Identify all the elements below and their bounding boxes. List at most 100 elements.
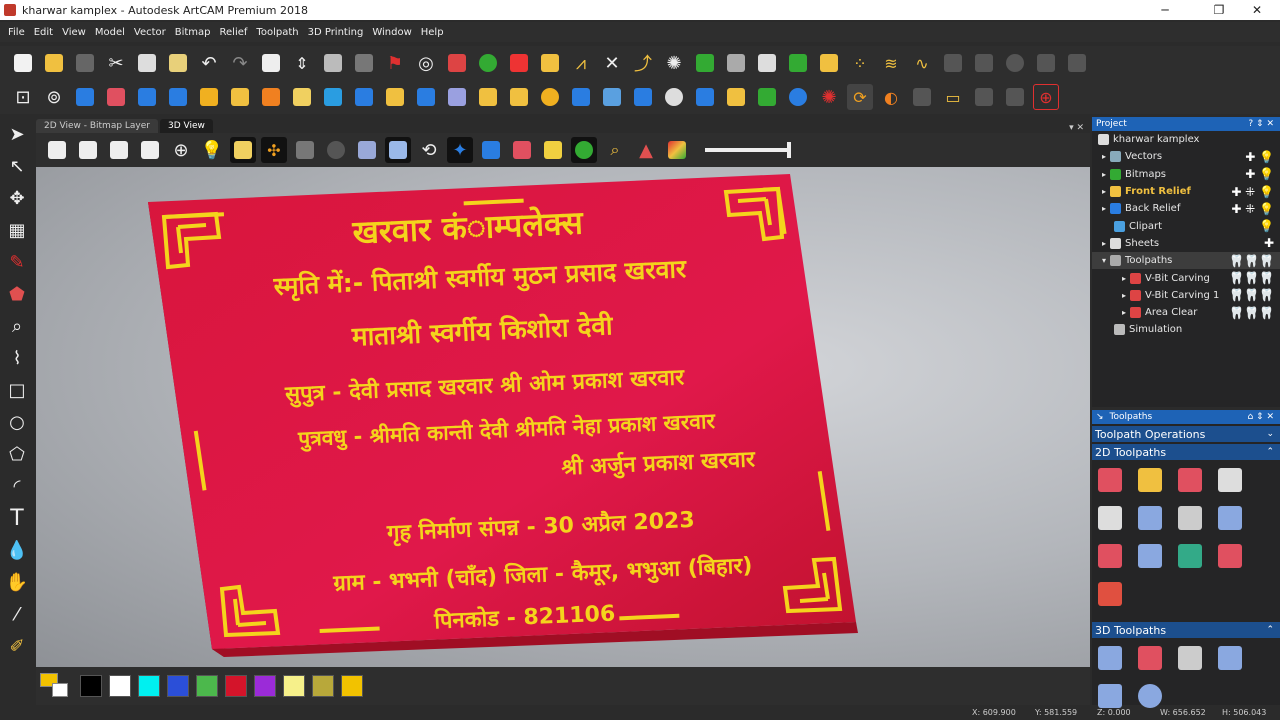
menu-relief[interactable]: Relief bbox=[220, 27, 248, 38]
profile-toolpath-icon[interactable] bbox=[1098, 468, 1122, 492]
relief-layer-icon[interactable] bbox=[816, 50, 842, 76]
node-editing-icon[interactable]: ◎ bbox=[413, 50, 439, 76]
menu-file[interactable]: File bbox=[8, 27, 25, 38]
view-blocks-icon[interactable] bbox=[292, 137, 318, 163]
view-toolpath-icon[interactable] bbox=[385, 137, 411, 163]
zoom-fit-icon[interactable]: ⊚ bbox=[41, 84, 67, 110]
2d-toolpaths-header[interactable]: 2D Toolpaths ⌃ bbox=[1092, 444, 1280, 460]
tree-item-area-clear[interactable]: ▸ Area Clear 🦷🦷🦷 bbox=[1092, 304, 1280, 321]
relief-offset-icon[interactable] bbox=[444, 84, 470, 110]
menu-3d-printing[interactable]: 3D Printing bbox=[308, 27, 364, 38]
relief-add-icon[interactable] bbox=[320, 84, 346, 110]
vector-select-icon[interactable]: ▭ bbox=[940, 84, 966, 110]
light-bulb-icon[interactable]: 💡 bbox=[199, 137, 225, 163]
undo-icon[interactable]: ↶ bbox=[196, 50, 222, 76]
copy-icon[interactable] bbox=[134, 50, 160, 76]
shape-editor-icon[interactable] bbox=[692, 50, 718, 76]
view-layer-blue-icon[interactable] bbox=[478, 137, 504, 163]
position-tool-icon[interactable]: ⊕ bbox=[1033, 84, 1059, 110]
close-button[interactable]: ✕ bbox=[1234, 0, 1280, 20]
relief-shape-icon[interactable] bbox=[72, 84, 98, 110]
relief-texture-icon[interactable] bbox=[196, 84, 222, 110]
v-bit-carving-1-visibility-icon[interactable]: 🦷🦷🦷 bbox=[1229, 288, 1274, 302]
area-clearance-icon[interactable] bbox=[1138, 468, 1162, 492]
frame-icon[interactable] bbox=[754, 50, 780, 76]
transparency-slider[interactable] bbox=[705, 142, 791, 158]
toolpaths-visibility-icon[interactable]: 🦷🦷🦷 bbox=[1229, 254, 1274, 268]
eraser-icon[interactable]: ⬟ bbox=[4, 281, 30, 307]
relief-split-icon[interactable]: ◐ bbox=[878, 84, 904, 110]
3d-viewport[interactable]: खरवार कंाम्पलेक्स स्मृति में:- पिताश्री … bbox=[36, 167, 1090, 667]
view-diamond-icon[interactable] bbox=[540, 137, 566, 163]
menu-window[interactable]: Window bbox=[372, 27, 411, 38]
curve-icon[interactable]: ⤴ bbox=[630, 50, 656, 76]
view-layer-red-icon[interactable] bbox=[509, 137, 535, 163]
menu-vector[interactable]: Vector bbox=[134, 27, 166, 38]
3d-feature-icon[interactable] bbox=[1098, 684, 1122, 708]
relief-warp-icon[interactable] bbox=[661, 84, 687, 110]
select-arrow-icon[interactable]: ➤ bbox=[4, 121, 30, 147]
machine-vectors-icon[interactable] bbox=[1178, 468, 1202, 492]
relief-sweep-icon[interactable]: ⟳ bbox=[847, 84, 873, 110]
menu-edit[interactable]: Edit bbox=[34, 27, 53, 38]
relief-blend-icon[interactable] bbox=[630, 84, 656, 110]
pencil-icon[interactable]: ✎ bbox=[4, 249, 30, 275]
view-plane-icon[interactable] bbox=[230, 137, 256, 163]
tree-item-bitmaps[interactable]: ▸ Bitmaps ✚ 💡 bbox=[1092, 166, 1280, 183]
zoom-icon[interactable]: ⊕ bbox=[168, 137, 194, 163]
menu-view[interactable]: View bbox=[62, 27, 86, 38]
3d-simulate-icon[interactable] bbox=[1138, 684, 1162, 708]
view-rotate-icon[interactable]: ⟲ bbox=[416, 137, 442, 163]
minimize-button[interactable]: ─ bbox=[1142, 0, 1188, 20]
cut-icon[interactable]: ✂ bbox=[103, 50, 129, 76]
bitmaps-actions-icon[interactable]: ✚ 💡 bbox=[1245, 167, 1274, 181]
transform-icon[interactable]: ✥ bbox=[4, 185, 30, 211]
disabled-tool-4-icon[interactable] bbox=[1033, 50, 1059, 76]
sheet-icon[interactable] bbox=[723, 50, 749, 76]
color-swatch-olive[interactable] bbox=[312, 675, 334, 697]
tab-close-icon[interactable]: ▾ ✕ bbox=[1069, 123, 1084, 133]
bevel-carving-icon[interactable] bbox=[1138, 506, 1162, 530]
z-level-roughing-icon[interactable] bbox=[1138, 646, 1162, 670]
front-relief-actions-icon[interactable]: ✚ ⁜ 💡 bbox=[1231, 185, 1274, 199]
tab-2d-view[interactable]: 2D View - Bitmap Layer bbox=[36, 119, 158, 133]
text-tool-icon[interactable]: T bbox=[4, 505, 30, 531]
view-star-icon[interactable]: ✦ bbox=[447, 137, 473, 163]
view-iso-4-icon[interactable] bbox=[137, 137, 163, 163]
vector-path-icon[interactable]: ⩘ bbox=[568, 50, 594, 76]
smooth-icon[interactable]: ⁄ bbox=[4, 601, 30, 627]
panel-icon[interactable] bbox=[1218, 544, 1242, 568]
trim-icon[interactable]: ✕ bbox=[599, 50, 625, 76]
view-rainbow-icon[interactable] bbox=[664, 137, 690, 163]
open-folder-icon[interactable] bbox=[41, 50, 67, 76]
layer-icon[interactable] bbox=[785, 50, 811, 76]
relief-zero-icon[interactable] bbox=[413, 84, 439, 110]
view-cylinder-icon[interactable] bbox=[323, 137, 349, 163]
fill-tool-icon[interactable] bbox=[475, 50, 501, 76]
star-tool-icon[interactable]: ✺ bbox=[661, 50, 687, 76]
color-swatch-white[interactable] bbox=[109, 675, 131, 697]
thread-milling-icon[interactable] bbox=[1178, 544, 1202, 568]
back-relief-actions-icon[interactable]: ✚ ⁜ 💡 bbox=[1231, 202, 1274, 216]
slider-handle[interactable] bbox=[787, 142, 791, 158]
zoom-box-icon[interactable]: ⊡ bbox=[10, 84, 36, 110]
menu-bitmap[interactable]: Bitmap bbox=[175, 27, 211, 38]
machine-relief-icon[interactable] bbox=[1098, 646, 1122, 670]
relief-smooth-icon[interactable] bbox=[227, 84, 253, 110]
add-green-icon[interactable] bbox=[754, 84, 780, 110]
disabled-tool-3-icon[interactable] bbox=[1002, 50, 1028, 76]
brush-icon[interactable]: ✋ bbox=[4, 569, 30, 595]
disabled-tool-8-icon[interactable] bbox=[1002, 84, 1028, 110]
save-icon[interactable] bbox=[72, 50, 98, 76]
v-bit-carving-icon[interactable] bbox=[1098, 506, 1122, 530]
node-select-icon[interactable]: ↖ bbox=[4, 153, 30, 179]
axes-icon[interactable]: ✣ bbox=[261, 137, 287, 163]
tree-item-clipart[interactable]: Clipart 💡 bbox=[1092, 217, 1280, 234]
circle-icon[interactable]: ○ bbox=[4, 409, 30, 435]
relief-extrude-icon[interactable] bbox=[165, 84, 191, 110]
relief-dome-icon[interactable] bbox=[134, 84, 160, 110]
relief-subtract-icon[interactable] bbox=[351, 84, 377, 110]
color-swatch-cyan[interactable] bbox=[138, 675, 160, 697]
color-swatch-black[interactable] bbox=[80, 675, 102, 697]
measure-icon[interactable]: ⌕ bbox=[4, 313, 30, 339]
